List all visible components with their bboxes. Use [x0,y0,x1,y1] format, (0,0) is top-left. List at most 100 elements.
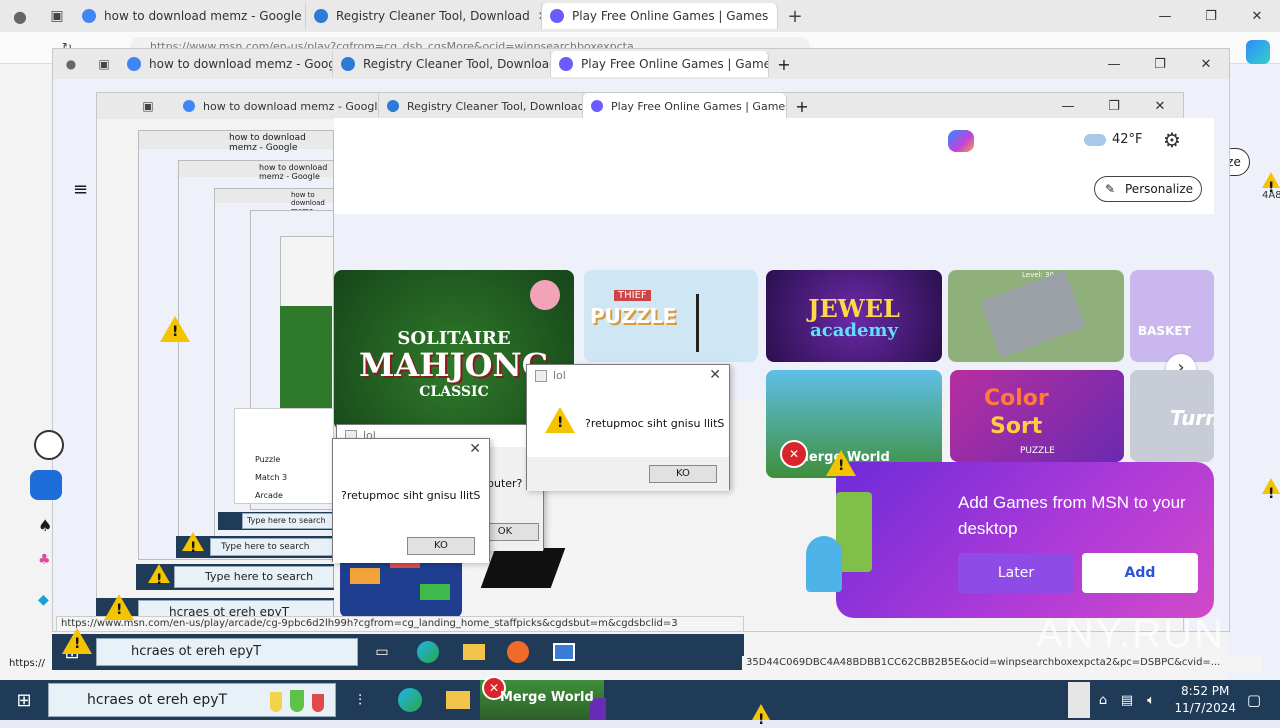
file-explorer-icon[interactable] [454,632,494,672]
sidebar-item-spade[interactable]: ♠ [38,516,52,535]
stickman-icon [480,548,566,588]
file-explorer-icon[interactable] [438,680,478,720]
tab-actions-icon[interactable]: ▣ [121,99,175,113]
game-card-thief-puzzle[interactable]: THIEF PUZZLE [584,270,758,362]
sidebar-nav: ♠ ♣ ◆ [26,420,66,620]
ok-button[interactable]: KO [407,537,475,555]
app-icon [535,370,547,382]
maximize-icon[interactable]: ❐ [1091,99,1137,114]
minimize-icon[interactable]: — [1142,9,1188,24]
firefox-icon[interactable] [498,632,538,672]
mini-menu-item[interactable]: Puzzle [255,455,280,464]
close-icon[interactable]: ✕ [469,441,481,457]
profile-icon[interactable]: ● [53,57,89,71]
game-subtitle: PUZZLE [1020,446,1055,456]
tab-google[interactable]: how to download memz - Google✕ [74,3,306,29]
notifications-icon[interactable]: ▢ [1234,680,1274,720]
game-card-turn[interactable]: Turn [1130,370,1214,462]
tab-msn-games[interactable]: Play Free Online Games | Games [583,93,787,119]
later-button[interactable]: Later [958,553,1074,593]
watermark: ANY.RUN [1036,612,1225,656]
nested-taskbar-5: ⊞ hcraes ot ereh epyT ▭ [52,634,744,670]
tab-label: how to download memz - Google [104,9,302,23]
tab-msn-games[interactable]: Play Free Online Games | Games [551,51,769,77]
copilot-icon[interactable] [1246,40,1270,64]
mini-menu-item[interactable]: Match 3 [255,473,287,482]
purple-indicator [590,698,606,720]
tab-label: Play Free Online Games | Games [572,9,769,23]
google-icon [82,9,96,23]
maximize-icon[interactable]: ❐ [1188,9,1234,24]
mini-game-thumbnail[interactable] [280,306,332,418]
google-icon [183,100,195,112]
tab-google[interactable]: how to download memz - Google [175,93,379,119]
task-view-icon[interactable]: ⫶ [340,680,380,720]
mini-menu-item[interactable]: Arcade [255,491,283,500]
game-card-basket[interactable]: BASKET [1130,270,1214,362]
settings-gear-icon[interactable]: ⚙ [1163,128,1181,152]
clock[interactable]: 8:52 PM 11/7/2024 [1174,683,1236,717]
promo-text: Add Games from MSN to your desktop [958,493,1186,538]
volume-icon[interactable]: 🔈︎ [1140,680,1162,720]
personalize-button[interactable]: ✎ Personalize [1094,176,1202,202]
clock-time: 8:52 PM [1181,684,1230,698]
game-title: PUZZLE [590,304,677,328]
registry-site-icon [387,100,399,112]
sidebar-item-home[interactable] [30,470,62,500]
add-button[interactable]: Add [1082,553,1198,593]
new-tab-button[interactable]: + [778,6,812,27]
windows-start-icon[interactable]: ⊞ [4,680,44,720]
tab-actions-icon[interactable]: ▣ [40,8,74,24]
tab-google[interactable]: how to download memz - Google [119,51,333,77]
close-icon[interactable]: ✕ [1183,57,1229,72]
hamburger-icon[interactable]: ≡ [73,179,88,200]
profile-icon[interactable]: ● [0,7,40,26]
game-title: Sort [990,414,1043,439]
tab-label: Registry Cleaner Tool, Download [336,9,530,23]
tab-registry[interactable]: Registry Cleaner Tool, Download [333,51,551,77]
dialog-message: ?retupmoc siht gnisu llitS [341,489,481,502]
close-icon[interactable]: ✕ [1234,9,1280,24]
edge-icon[interactable] [408,632,448,672]
edge-icon[interactable] [390,680,430,720]
minimize-icon[interactable]: — [1045,99,1091,114]
maximize-icon[interactable]: ❐ [1137,57,1183,72]
app-icon[interactable] [544,632,584,672]
game-title: JEWEL [808,294,900,323]
wifi-icon[interactable]: ▤ [1116,680,1138,720]
nested-search-box[interactable]: Type here to search [210,538,334,556]
tab-msn-games[interactable]: Play Free Online Games | Games✕ [542,3,778,29]
statusbar-left-fragment: https:// [6,656,52,672]
nested-search-box[interactable]: hcraes ot ereh epyT [96,638,358,666]
new-tab-button[interactable]: + [769,55,799,74]
running-app-merge-world[interactable]: ✕ Merge World [480,676,604,720]
registry-site-icon [314,9,328,23]
nested-search-box[interactable]: Type here to search [242,513,334,529]
ok-button[interactable]: KO [649,465,717,483]
new-tab-button[interactable]: + [787,97,817,116]
close-icon[interactable]: ✕ [709,367,721,383]
close-icon[interactable]: ✕ [1137,99,1183,114]
window-controls: — ❐ ✕ [1142,0,1280,32]
dialog-title-bar: ✕ [333,439,489,461]
tab-actions-icon[interactable]: ▣ [89,57,119,71]
sidebar-item-search[interactable] [34,430,64,460]
personalize-label: Personalize [1125,182,1194,196]
game-card-color-sort[interactable]: Color Sort PUZZLE [950,370,1124,462]
nested-search-box[interactable]: Type here to search [174,566,334,588]
minimize-icon[interactable]: — [1091,57,1137,72]
copilot-icon[interactable] [948,130,974,152]
running-app-label: Merge World [500,690,594,705]
msn-icon [591,100,603,112]
msn-icon [550,9,564,23]
sidebar-item-gem[interactable]: ◆ [38,592,49,608]
tab-registry[interactable]: Registry Cleaner Tool, Download [379,93,583,119]
weather-icon [1084,134,1106,146]
game-card-jewel-academy[interactable]: JEWEL academy [766,270,942,362]
tab-registry[interactable]: Registry Cleaner Tool, Download✕ [306,3,542,29]
tab-label: how to download memz - Google [149,57,333,71]
task-view-icon[interactable]: ▭ [362,632,402,672]
sidebar-item-puzzle[interactable]: ♣ [38,552,51,568]
network-icon[interactable]: ⌂ [1092,680,1114,720]
game-card-traffic[interactable]: Level: 30 [948,270,1124,362]
